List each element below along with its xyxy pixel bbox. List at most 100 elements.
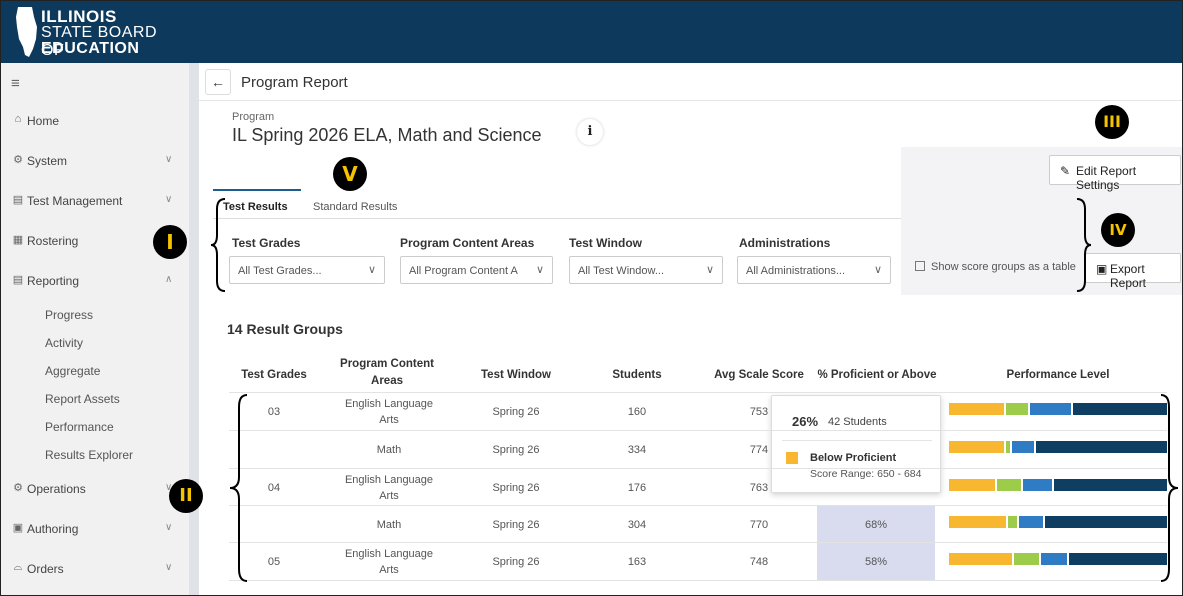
results-tabs: Test Results Standard Results — [213, 189, 901, 219]
logo-line-3: EDUCATION — [41, 40, 140, 57]
performance-level-bar[interactable] — [949, 479, 1167, 491]
row-divider — [229, 505, 1167, 506]
performance-segment-1[interactable] — [949, 479, 997, 491]
active-tab-indicator — [213, 189, 301, 191]
cell-avg-scale-score: 763 — [749, 482, 769, 494]
chevron-down-icon: ∨ — [165, 562, 173, 573]
illinois-state-icon — [16, 7, 37, 57]
sidebar-item-label: Test Management — [27, 194, 123, 208]
chevron-down-icon: ∨ — [165, 522, 173, 533]
sidebar-item-orders[interactable]: ⌓ Orders ∨ — [1, 557, 189, 581]
filter-label-test-grades: Test Grades — [232, 236, 301, 250]
performance-segment-3[interactable] — [1012, 441, 1037, 453]
sidebar-item-label: Home — [27, 114, 60, 128]
tooltip-level: Below Proficient — [810, 452, 897, 464]
performance-segment-3[interactable] — [1040, 553, 1069, 565]
administrations-select[interactable]: All Administrations... ∨ — [737, 256, 891, 284]
export-report-label: Export Report — [1110, 262, 1147, 290]
filter-label-administrations: Administrations — [739, 236, 831, 250]
brace-actions-right — [1076, 198, 1092, 292]
folder-icon: ▤ — [12, 194, 24, 206]
performance-level-bar[interactable] — [949, 441, 1167, 453]
cart-icon: ⌓ — [13, 561, 23, 573]
select-value: All Test Window... — [578, 265, 664, 277]
performance-level-bar[interactable] — [949, 516, 1167, 528]
sidebar-subitem-results-explorer[interactable]: Results Explorer — [45, 448, 133, 462]
isbe-logo[interactable]: ILLINOIS STATE BOARD OF EDUCATION — [15, 5, 185, 59]
callout-iv: IV — [1101, 213, 1135, 247]
cell-content-area: English Language Arts — [344, 474, 434, 502]
performance-segment-3[interactable] — [1029, 403, 1074, 415]
tab-test-results[interactable]: Test Results — [223, 201, 288, 213]
performance-level-bar[interactable] — [949, 553, 1167, 565]
sidebar-item-authoring[interactable]: ▣ Authoring ∨ — [1, 517, 189, 541]
row-divider — [229, 430, 1167, 431]
performance-level-bar[interactable] — [949, 403, 1167, 415]
file-download-icon: ▣ — [1096, 262, 1108, 276]
performance-segment-3[interactable] — [1018, 516, 1045, 528]
brace-filters-left — [210, 198, 226, 292]
sidebar-item-label: Orders — [27, 562, 64, 576]
chart-icon: ▤ — [12, 274, 24, 286]
performance-segment-4[interactable] — [1068, 553, 1167, 565]
sidebar-subitem-aggregate[interactable]: Aggregate — [45, 364, 100, 378]
sidebar-subitem-report-assets[interactable]: Report Assets — [45, 392, 120, 406]
cell-content-area: English Language Arts — [344, 548, 434, 576]
page-title: Program Report — [241, 74, 348, 91]
cell-test-window: Spring 26 — [492, 519, 540, 531]
performance-segment-2[interactable] — [1014, 553, 1041, 565]
sidebar-subitem-progress[interactable]: Progress — [45, 308, 93, 322]
gear-icon: ⚙ — [13, 154, 23, 166]
callout-i: I — [153, 225, 187, 259]
brace-rows-left — [229, 394, 248, 582]
performance-segment-4[interactable] — [1044, 516, 1167, 528]
chevron-down-icon: ∨ — [165, 154, 173, 165]
sidebar-item-operations[interactable]: ⚙ Operations ∨ — [1, 477, 189, 501]
performance-segment-4[interactable] — [1036, 441, 1167, 453]
edit-report-settings-button[interactable]: ✎ Edit Report Settings — [1049, 155, 1181, 192]
info-icon[interactable]: i — [577, 119, 603, 145]
show-score-groups-checkbox[interactable]: Show score groups as a table — [915, 261, 1076, 273]
performance-segment-1[interactable] — [949, 553, 1015, 565]
cell-avg-scale-score: 770 — [749, 519, 769, 531]
cell-test-window: Spring 26 — [492, 556, 540, 568]
chevron-down-icon: ∨ — [535, 264, 544, 276]
select-value: All Test Grades... — [238, 265, 322, 277]
performance-segment-2[interactable] — [1007, 516, 1019, 528]
performance-segment-1[interactable] — [949, 516, 1008, 528]
tooltip-score-range: Score Range: 650 - 684 — [810, 468, 922, 480]
sidebar-item-label: Rostering — [27, 234, 79, 248]
sidebar-item-test-management[interactable]: ▤ Test Management ∨ — [1, 189, 189, 213]
sidebar-item-home[interactable]: ⌂ Home — [1, 109, 189, 133]
performance-segment-4[interactable] — [1053, 479, 1167, 491]
tab-standard-results[interactable]: Standard Results — [313, 201, 397, 213]
test-grades-select[interactable]: All Test Grades... ∨ — [229, 256, 385, 284]
sidebar-subitem-performance[interactable]: Performance — [45, 420, 114, 434]
sidebar-scrollbar[interactable] — [189, 63, 199, 595]
cell-avg-scale-score: 774 — [749, 444, 769, 456]
content-areas-select[interactable]: All Program Content A ∨ — [400, 256, 553, 284]
sidebar-subitem-activity[interactable]: Activity — [45, 336, 83, 350]
chevron-down-icon: ∨ — [367, 264, 376, 276]
back-button[interactable]: ← — [205, 69, 231, 95]
export-report-button[interactable]: ▣ Export Report — [1085, 253, 1181, 290]
sidebar-item-reporting[interactable]: ▤ Reporting ∧ — [1, 269, 189, 293]
breadcrumb: ← Program Report — [199, 63, 1182, 101]
cell-students: 304 — [627, 519, 647, 531]
callout-v: V — [333, 157, 367, 191]
performance-segment-4[interactable] — [1073, 403, 1167, 415]
cell-content-area: English Language Arts — [344, 398, 434, 426]
sidebar-item-system[interactable]: ⚙ System ∨ — [1, 149, 189, 173]
performance-segment-1[interactable] — [949, 441, 1006, 453]
cell-avg-scale-score: 753 — [749, 406, 769, 418]
result-groups-count: 14 Result Groups — [227, 321, 343, 337]
performance-segment-2[interactable] — [996, 479, 1024, 491]
cell-pct-proficient: 58% — [864, 556, 888, 568]
row-divider — [229, 542, 1167, 543]
filter-label-test-window: Test Window — [569, 236, 642, 250]
hamburger-icon[interactable]: ≡ — [11, 75, 20, 92]
performance-segment-3[interactable] — [1023, 479, 1054, 491]
performance-segment-1[interactable] — [949, 403, 1006, 415]
performance-segment-2[interactable] — [1005, 403, 1030, 415]
test-window-select[interactable]: All Test Window... ∨ — [569, 256, 723, 284]
